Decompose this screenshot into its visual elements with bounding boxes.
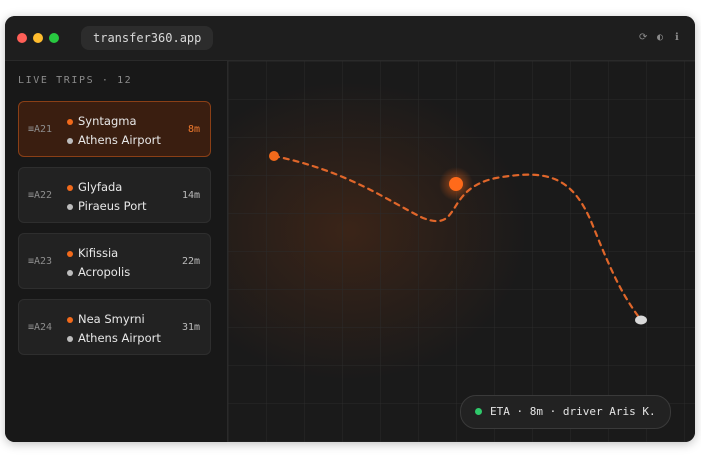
trip-origin: Glyfada (78, 180, 123, 194)
trip-card-a21[interactable]: ≡A21 Syntagma Athens Airport 8m (18, 101, 211, 157)
trips-sidebar: LIVE TRIPS · 12 ≡A21 Syntagma Athens Air… (5, 61, 228, 442)
refresh-icon[interactable]: ⟳ (639, 31, 647, 45)
vehicle-marker[interactable] (449, 177, 463, 191)
trips-list-title: LIVE TRIPS · 12 (18, 75, 133, 86)
map-canvas (228, 61, 695, 442)
address-bar[interactable]: transfer360.app (81, 26, 214, 50)
trip-code: ≡A24 (28, 322, 53, 333)
origin-marker[interactable] (269, 151, 279, 161)
eta-status-text: ETA · 8m · driver Aris K. (490, 405, 656, 418)
browser-window: transfer360.app ⟳ ◐ ℹ LIVE TRIPS · 12 ≡A… (5, 16, 695, 442)
trip-destination: Acropolis (78, 265, 131, 279)
origin-dot-icon (67, 119, 73, 125)
trip-origin: Nea Smyrni (78, 312, 145, 326)
origin-dot-icon (67, 317, 73, 323)
maximize-window-button[interactable] (49, 33, 59, 43)
origin-dot-icon (67, 185, 73, 191)
destination-dot-icon (67, 204, 73, 210)
trip-destination: Athens Airport (78, 133, 161, 147)
trip-code: ≡A22 (28, 190, 53, 201)
close-window-button[interactable] (17, 33, 27, 43)
destination-dot-icon (67, 270, 73, 276)
trip-eta: 14m (181, 190, 200, 201)
destination-dot-icon (67, 138, 73, 144)
title-bar: transfer360.app ⟳ ◐ ℹ (5, 16, 695, 61)
info-icon[interactable]: ℹ (675, 31, 679, 45)
trip-destination: Piraeus Port (78, 199, 147, 213)
trip-card-a23[interactable]: ≡A23 Kifissia Acropolis 22m (18, 233, 211, 289)
contrast-icon[interactable]: ◐ (657, 31, 663, 45)
trip-origin: Syntagma (78, 114, 137, 128)
trip-code: ≡A21 (28, 124, 53, 135)
origin-dot-icon (67, 251, 73, 257)
eta-status-pill: ETA · 8m · driver Aris K. (460, 395, 671, 429)
destination-marker[interactable] (635, 315, 647, 325)
live-status-icon (475, 407, 482, 415)
live-map[interactable]: ETA · 8m · driver Aris K. (228, 61, 695, 442)
trip-eta: 8m (187, 124, 200, 135)
trip-card-a22[interactable]: ≡A22 Glyfada Piraeus Port 14m (18, 167, 211, 223)
trip-origin: Kifissia (78, 246, 119, 260)
trip-code: ≡A23 (28, 256, 53, 267)
trip-card-a24[interactable]: ≡A24 Nea Smyrni Athens Airport 31m (18, 299, 211, 355)
trip-eta: 31m (181, 322, 200, 333)
trip-destination: Athens Airport (78, 331, 161, 345)
destination-dot-icon (67, 336, 73, 342)
minimize-window-button[interactable] (33, 33, 43, 43)
trip-eta: 22m (181, 256, 200, 267)
map-grid (228, 61, 695, 442)
